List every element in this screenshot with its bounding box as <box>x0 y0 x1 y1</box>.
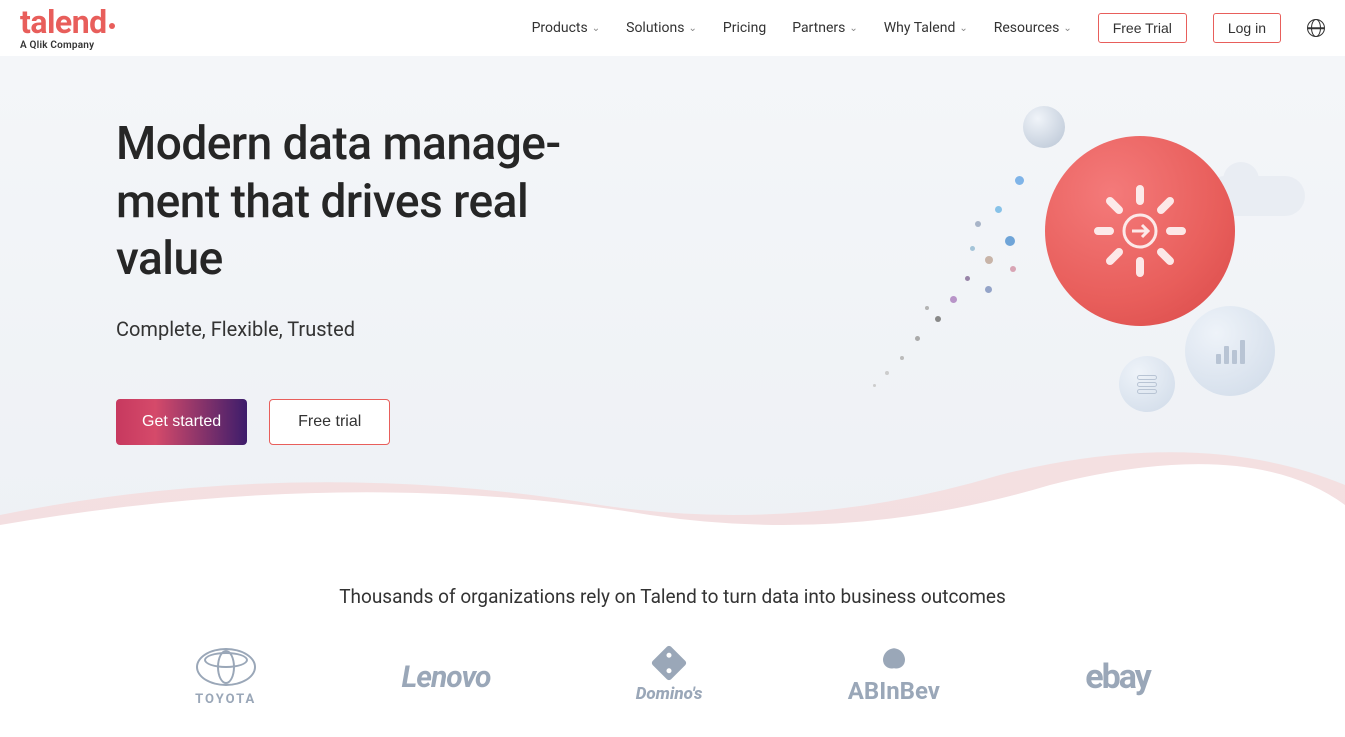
customer-logos: TOYOTA Lenovo Domino's ABInBev ebay <box>83 648 1263 707</box>
nav-products[interactable]: Products⌄ <box>532 20 601 36</box>
particle-dots <box>855 166 1055 406</box>
database-icon <box>1137 375 1157 394</box>
chevron-down-icon: ⌄ <box>592 23 600 34</box>
chevron-down-icon: ⌄ <box>1063 23 1071 34</box>
logo-dominos: Domino's <box>636 650 703 704</box>
logo-subtext: A Qlik Company <box>20 40 94 51</box>
chart-circle-icon <box>1185 306 1275 396</box>
nav-pricing[interactable]: Pricing <box>723 20 766 36</box>
nav-solutions[interactable]: Solutions⌄ <box>626 20 697 36</box>
site-header: talend A Qlik Company Products⌄ Solution… <box>0 0 1345 56</box>
chevron-down-icon: ⌄ <box>688 23 696 34</box>
nav-why-talend[interactable]: Why Talend⌄ <box>884 20 968 36</box>
log-in-button[interactable]: Log in <box>1213 13 1281 43</box>
logo-ebay: ebay <box>1085 657 1150 697</box>
wave-decoration <box>0 435 1345 535</box>
chevron-down-icon: ⌄ <box>849 23 857 34</box>
bars-icon <box>1216 338 1245 364</box>
hero-illustration <box>835 96 1315 436</box>
free-trial-button[interactable]: Free Trial <box>1098 13 1187 43</box>
nav-resources[interactable]: Resources⌄ <box>994 20 1072 36</box>
nav-partners[interactable]: Partners⌄ <box>792 20 858 36</box>
chevron-down-icon: ⌄ <box>959 23 967 34</box>
social-proof-section: Thousands of organizations rely on Talen… <box>0 535 1345 737</box>
hero-title: Modern data manage- ment that drives rea… <box>116 116 636 289</box>
gear-icon <box>1090 181 1190 281</box>
logo-abinbev: ABInBev <box>848 649 940 705</box>
sphere-icon <box>1023 106 1065 148</box>
logo-toyota: TOYOTA <box>195 648 256 707</box>
logo[interactable]: talend A Qlik Company <box>20 6 117 51</box>
logo-text: talend <box>20 6 117 38</box>
social-proof-headline: Thousands of organizations rely on Talen… <box>20 585 1325 608</box>
database-circle-icon <box>1119 356 1175 412</box>
gear-circle <box>1045 136 1235 326</box>
globe-icon[interactable] <box>1307 19 1325 37</box>
logo-lenovo: Lenovo <box>402 660 491 695</box>
main-nav: Products⌄ Solutions⌄ Pricing Partners⌄ W… <box>532 13 1325 43</box>
hero-section: Modern data manage- ment that drives rea… <box>0 56 1345 535</box>
